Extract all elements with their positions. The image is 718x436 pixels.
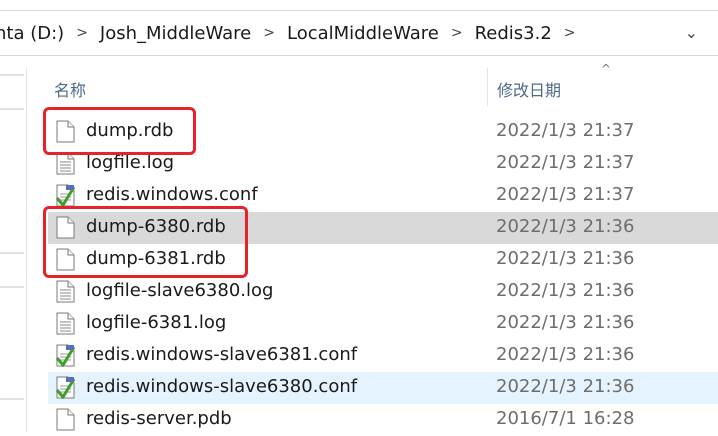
chevron-down-icon[interactable]: ⌄ [685, 23, 698, 42]
text-file-icon [56, 280, 75, 303]
conf-file-icon [55, 184, 76, 208]
file-date-modified: 2022/1/3 21:37 [496, 184, 635, 205]
file-name[interactable]: logfile.log [86, 152, 174, 173]
chevron-right-icon[interactable]: > [67, 25, 97, 41]
nav-item-marker [0, 398, 24, 400]
file-date-modified: 2022/1/3 21:37 [496, 120, 635, 141]
sort-ascending-icon: ^ [601, 62, 612, 76]
column-divider[interactable] [487, 68, 488, 106]
column-date-header[interactable]: 修改日期 [497, 77, 561, 101]
file-date-modified: 2022/1/3 21:36 [496, 344, 635, 365]
chevron-right-icon[interactable]: > [555, 25, 585, 41]
file-date-modified: 2016/7/1 16:28 [496, 408, 635, 429]
breadcrumb: nta (D:) > Josh_MiddleWare > LocalMiddle… [0, 11, 585, 55]
blank-file-icon [56, 408, 75, 431]
highlight-box-dump-rdb [43, 107, 196, 155]
nav-item-marker [0, 252, 24, 254]
address-bar[interactable]: nta (D:) > Josh_MiddleWare > LocalMiddle… [0, 10, 718, 56]
file-date-modified: 2022/1/3 21:36 [496, 312, 635, 333]
file-date-modified: 2022/1/3 21:36 [496, 216, 635, 237]
chevron-right-icon[interactable]: > [442, 25, 472, 41]
breadcrumb-josh-middleware[interactable]: Josh_MiddleWare [97, 23, 254, 44]
file-date-modified: 2022/1/3 21:37 [496, 152, 635, 173]
file-date-modified: 2022/1/3 21:36 [496, 248, 635, 269]
file-row[interactable]: redis.windows-slave6380.conf 2022/1/3 21:… [48, 372, 718, 404]
nav-item-marker [0, 286, 24, 288]
file-name[interactable]: redis.windows-slave6381.conf [86, 344, 357, 365]
highlight-box-dump-6380-6381 [43, 206, 248, 278]
navigation-pane-edge [0, 68, 27, 432]
column-name-header[interactable]: 名称 [54, 77, 86, 101]
file-row[interactable]: redis-server.pdb 2016/7/1 16:28 [48, 404, 718, 436]
breadcrumb-redis[interactable]: Redis3.2 [472, 23, 555, 44]
file-name[interactable]: redis.windows-slave6380.conf [86, 376, 357, 397]
file-name[interactable]: logfile-6381.log [86, 312, 226, 333]
file-date-modified: 2022/1/3 21:36 [496, 376, 635, 397]
text-file-icon [56, 312, 75, 335]
file-name[interactable]: logfile-slave6380.log [86, 280, 273, 301]
breadcrumb-drive[interactable]: nta (D:) [0, 23, 67, 44]
chevron-right-icon[interactable]: > [254, 25, 284, 41]
file-row[interactable]: redis.windows-slave6381.conf 2022/1/3 21:… [48, 340, 718, 372]
nav-item-marker [0, 108, 24, 110]
nav-item-marker [0, 74, 24, 76]
file-row[interactable]: logfile-slave6380.log 2022/1/3 21:36 [48, 276, 718, 308]
breadcrumb-local-middleware[interactable]: LocalMiddleWare [284, 23, 442, 44]
file-row[interactable]: logfile-6381.log 2022/1/3 21:36 [48, 308, 718, 340]
file-date-modified: 2022/1/3 21:36 [496, 280, 635, 301]
text-file-icon [56, 152, 75, 175]
column-header: 名称 修改日期 ^ [27, 62, 718, 106]
conf-file-icon [55, 344, 76, 368]
file-name[interactable]: redis-server.pdb [86, 408, 232, 429]
file-name[interactable]: redis.windows.conf [86, 184, 258, 205]
conf-file-icon [55, 376, 76, 400]
